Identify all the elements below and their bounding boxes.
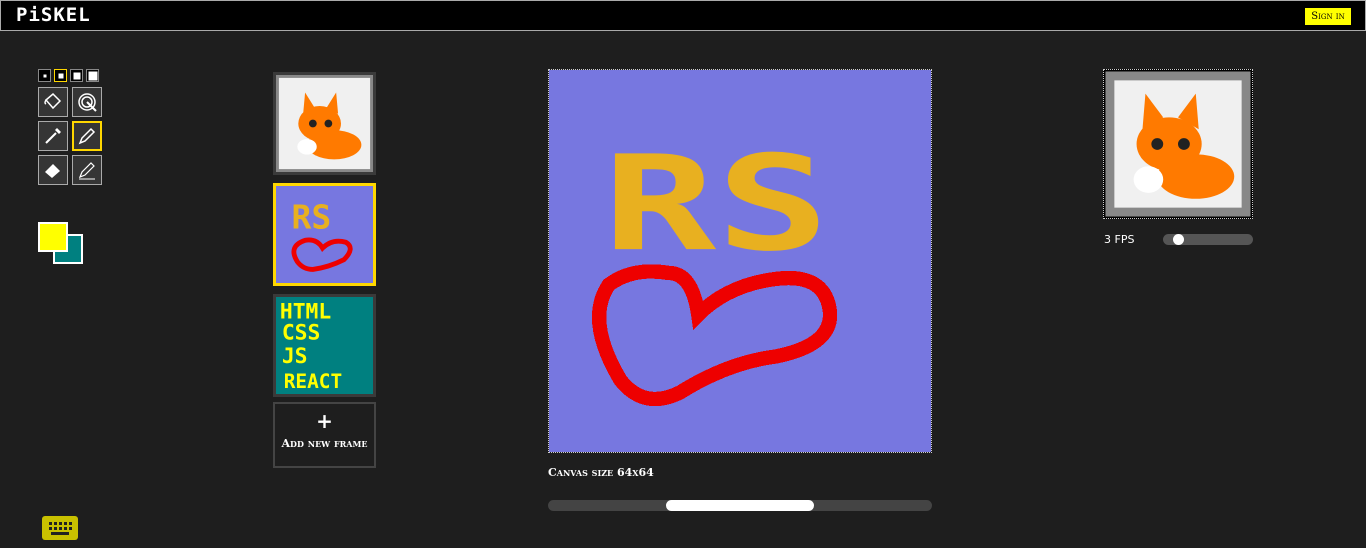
keyboard-shortcuts-icon[interactable] <box>42 516 78 540</box>
rs-frame-image: RS <box>276 186 373 283</box>
fps-slider[interactable] <box>1163 234 1253 245</box>
zoom-slider[interactable] <box>548 500 932 511</box>
frame-rs-text: RS <box>292 198 332 237</box>
frame-line-react: REACT <box>284 370 342 393</box>
canvas-rs-text: RS <box>603 127 830 280</box>
fox-preview-image <box>1105 71 1251 217</box>
pen-size-selector <box>38 69 99 82</box>
frame-line-js: JS <box>282 344 308 369</box>
magic-wand-tool[interactable] <box>72 87 102 117</box>
fox-frame-image <box>276 75 373 172</box>
fps-slider-thumb[interactable] <box>1173 234 1184 245</box>
add-new-frame-label: Add new frame <box>281 437 368 450</box>
pen-size-2[interactable] <box>54 69 67 82</box>
zoom-slider-thumb[interactable] <box>666 500 814 511</box>
eraser-tool[interactable] <box>38 155 68 185</box>
eraser-icon <box>45 164 60 178</box>
canvas-drawing: RS <box>549 70 931 452</box>
frame-line-css: CSS <box>282 321 321 346</box>
plus-icon: + <box>316 409 333 433</box>
pen-icon <box>78 127 96 145</box>
piskel-logo[interactable]: PiSKEL <box>16 4 91 26</box>
bucket-icon <box>44 92 62 110</box>
animation-preview <box>1103 69 1253 219</box>
magic-wand-icon <box>78 93 97 112</box>
lighten-tool[interactable] <box>72 155 102 185</box>
eyedropper-icon <box>45 128 61 144</box>
sign-in-button[interactable]: Sign in <box>1305 8 1351 25</box>
frame-thumbnail-rs[interactable]: RS <box>273 183 376 286</box>
canvas-size-label: Canvas size 64x64 <box>548 466 654 479</box>
pen-size-4[interactable] <box>86 69 99 82</box>
eyedropper-tool[interactable] <box>38 121 68 151</box>
add-new-frame-button[interactable]: + Add new frame <box>273 402 376 468</box>
frame-thumbnail-fox[interactable] <box>273 72 376 175</box>
app-header: PiSKEL Sign in <box>0 0 1366 31</box>
fps-label: 3 FPS <box>1104 233 1135 246</box>
pen-size-3[interactable] <box>70 69 83 82</box>
pen-tool[interactable] <box>72 121 102 151</box>
skills-frame-image: HTML CSS JS REACT <box>276 297 373 394</box>
tool-palette <box>38 87 102 185</box>
stroke-icon <box>78 162 95 180</box>
drawing-canvas[interactable]: RS <box>548 69 932 453</box>
frame-thumbnail-skills[interactable]: HTML CSS JS REACT <box>273 294 376 397</box>
pen-size-1[interactable] <box>38 69 51 82</box>
primary-color-swatch[interactable] <box>38 222 68 252</box>
bucket-tool[interactable] <box>38 87 68 117</box>
